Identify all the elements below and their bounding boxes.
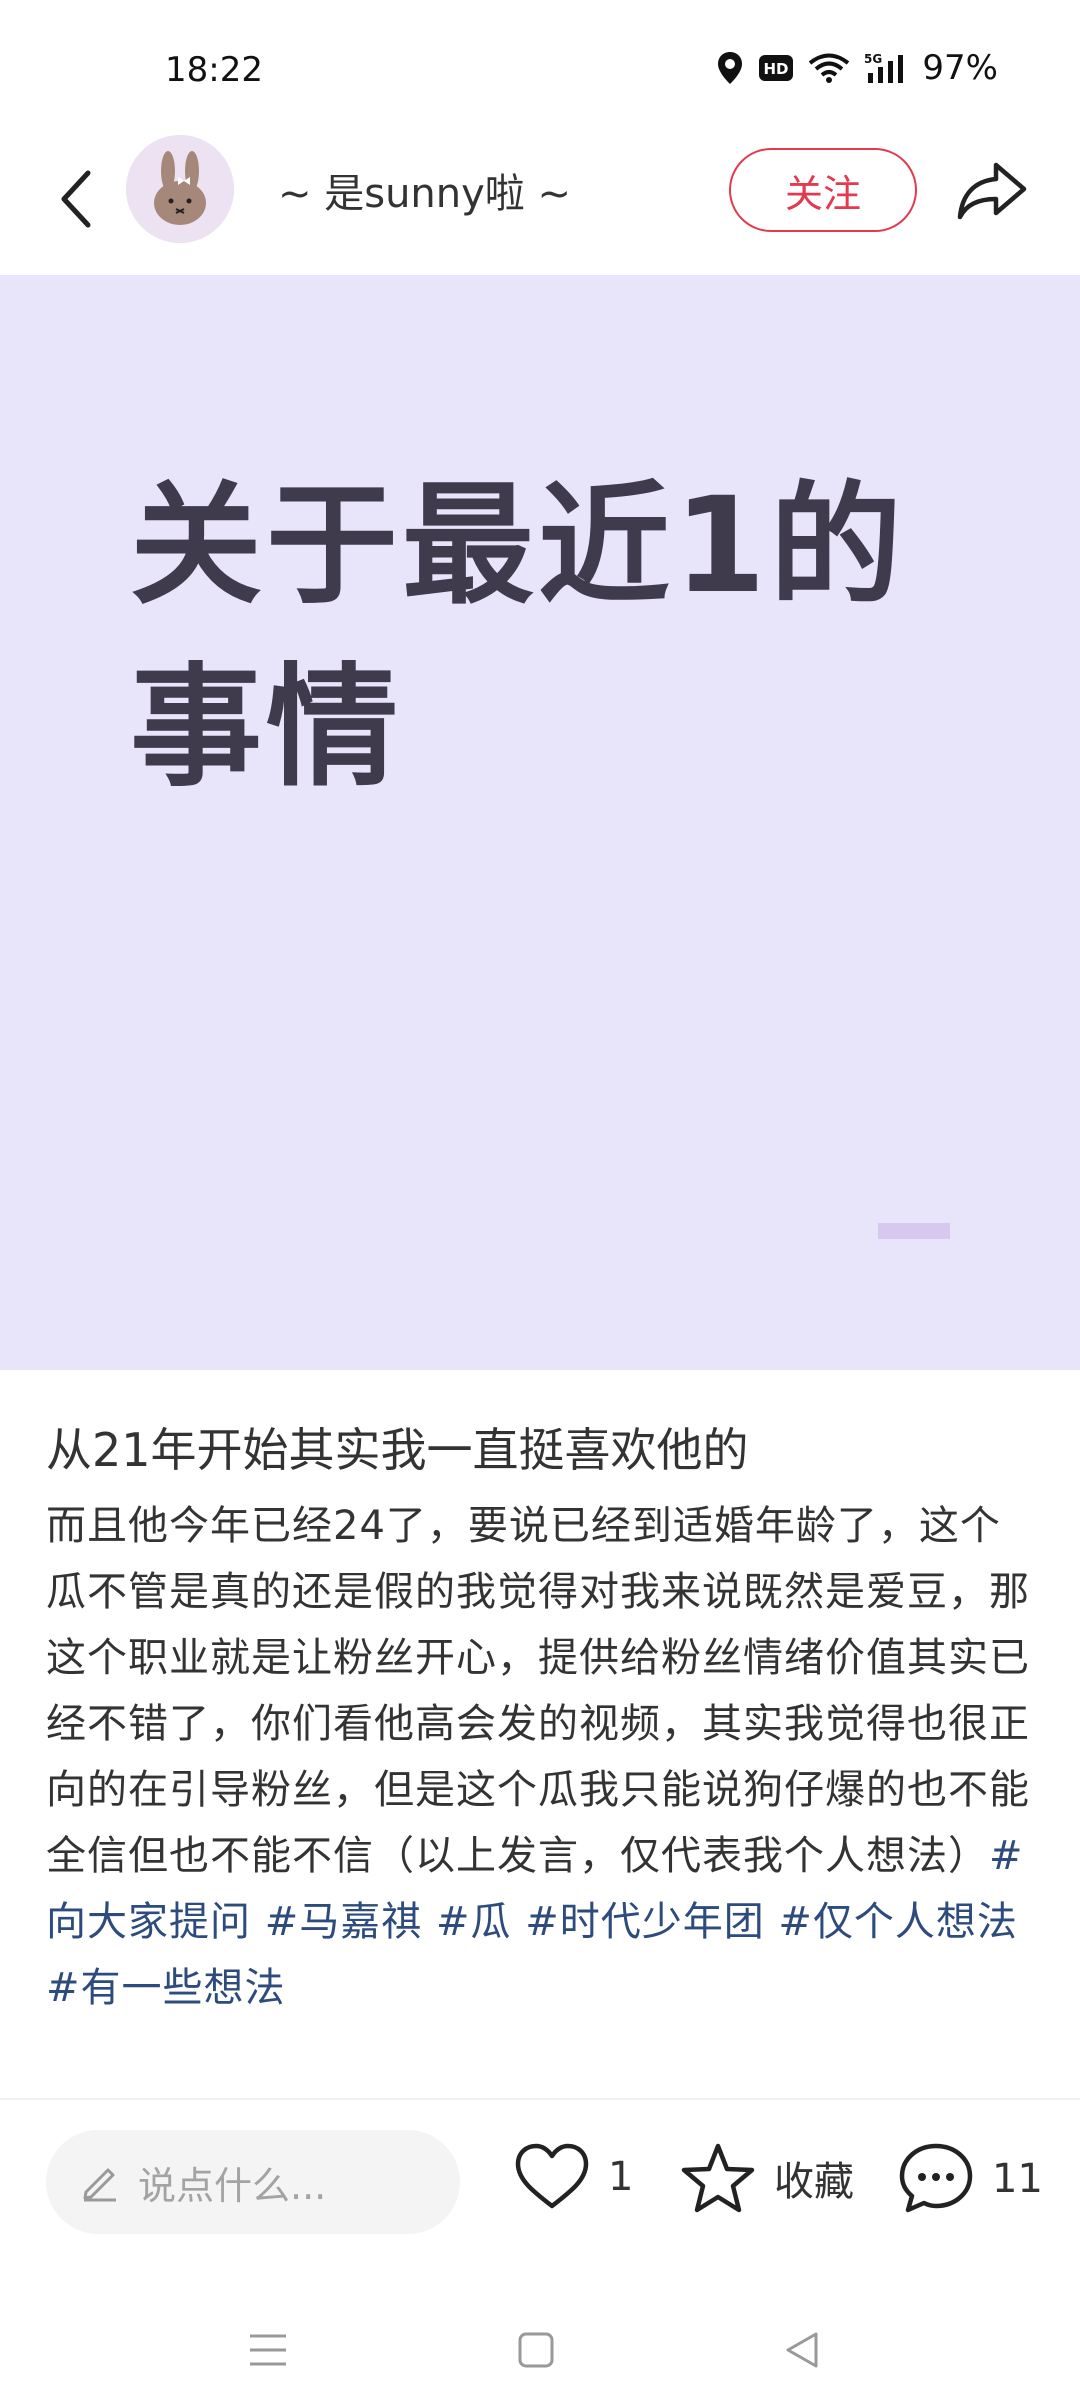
- status-icons: HD 5G 97%: [716, 48, 998, 88]
- status-time: 18:22: [165, 50, 263, 90]
- favorite-label: 收藏: [774, 2159, 854, 2205]
- share-icon: [957, 162, 1027, 220]
- author-avatar[interactable]: [126, 135, 234, 243]
- bottom-action-bar: 说点什么... 1 收藏 11: [0, 2100, 1080, 2260]
- tag-personal-opinion[interactable]: #仅个人想法: [778, 1899, 1018, 1945]
- nav-menu-button[interactable]: [238, 2320, 298, 2380]
- tag-tnt[interactable]: #时代少年团: [525, 1899, 765, 1945]
- comment-input[interactable]: 说点什么...: [46, 2130, 460, 2234]
- cover-title-line1: 关于最近1的: [130, 469, 906, 623]
- battery-text: 97%: [922, 48, 998, 88]
- post-title: 从21年开始其实我一直挺喜欢他的: [46, 1423, 749, 1477]
- post-content: 从21年开始其实我一直挺喜欢他的 而且他今年已经24了，要说已经到适婚年龄了，这…: [46, 1415, 1036, 2021]
- network-label: 5G: [864, 52, 882, 66]
- cover-title-line2: 事情: [130, 651, 402, 805]
- cover-image[interactable]: 关于最近1的 事情: [0, 275, 1080, 1370]
- home-square-icon: [518, 2332, 554, 2368]
- post-header: ~ 是sunny啦 ~ 关注: [0, 135, 1080, 275]
- pencil-icon: [83, 2168, 116, 2202]
- back-button[interactable]: [36, 159, 116, 239]
- star-icon: [681, 2143, 755, 2213]
- share-button[interactable]: [950, 149, 1034, 233]
- post-body-text: 而且他今年已经24了，要说已经到适婚年龄了，这个瓜不管是真的还是假的我觉得对我来…: [46, 1503, 1030, 1879]
- image-page-indicator: [878, 1223, 950, 1239]
- comment-count: 11: [992, 2156, 1043, 2202]
- nav-back-button[interactable]: [772, 2320, 832, 2380]
- heart-icon: [515, 2143, 589, 2209]
- comment-bubble-icon: [899, 2143, 973, 2213]
- bunny-avatar-icon: [126, 135, 234, 243]
- signal-icon: 5G: [864, 51, 908, 85]
- like-button[interactable]: 1: [514, 2142, 633, 2212]
- back-arrow-icon: [61, 170, 91, 228]
- back-triangle-icon: [786, 2332, 818, 2368]
- tag-gossip[interactable]: #瓜: [436, 1899, 512, 1945]
- tag-some-thoughts[interactable]: #有一些想法: [46, 1965, 286, 2011]
- post-body: 而且他今年已经24了，要说已经到适婚年龄了，这个瓜不管是真的还是假的我觉得对我来…: [46, 1493, 1036, 2021]
- system-nav-bar: [0, 2290, 1080, 2400]
- hd-icon: HD: [758, 54, 794, 82]
- svg-text:HD: HD: [764, 60, 789, 78]
- cover-title: 关于最近1的 事情: [130, 455, 950, 819]
- status-bar: 18:22 HD 5G 97%: [0, 0, 1080, 135]
- nav-home-button[interactable]: [506, 2320, 566, 2380]
- wifi-icon: [808, 52, 850, 84]
- menu-icon: [250, 2334, 286, 2366]
- author-name[interactable]: ~ 是sunny啦 ~: [278, 161, 571, 219]
- like-count: 1: [608, 2154, 634, 2200]
- comment-button[interactable]: 11: [898, 2142, 1043, 2216]
- location-icon: [716, 51, 744, 85]
- tag-ma-jiaqi[interactable]: #马嘉祺: [265, 1899, 423, 1945]
- comment-placeholder: 说点什么...: [138, 2163, 327, 2208]
- favorite-button[interactable]: 收藏: [680, 2142, 854, 2214]
- follow-button[interactable]: 关注: [729, 148, 917, 232]
